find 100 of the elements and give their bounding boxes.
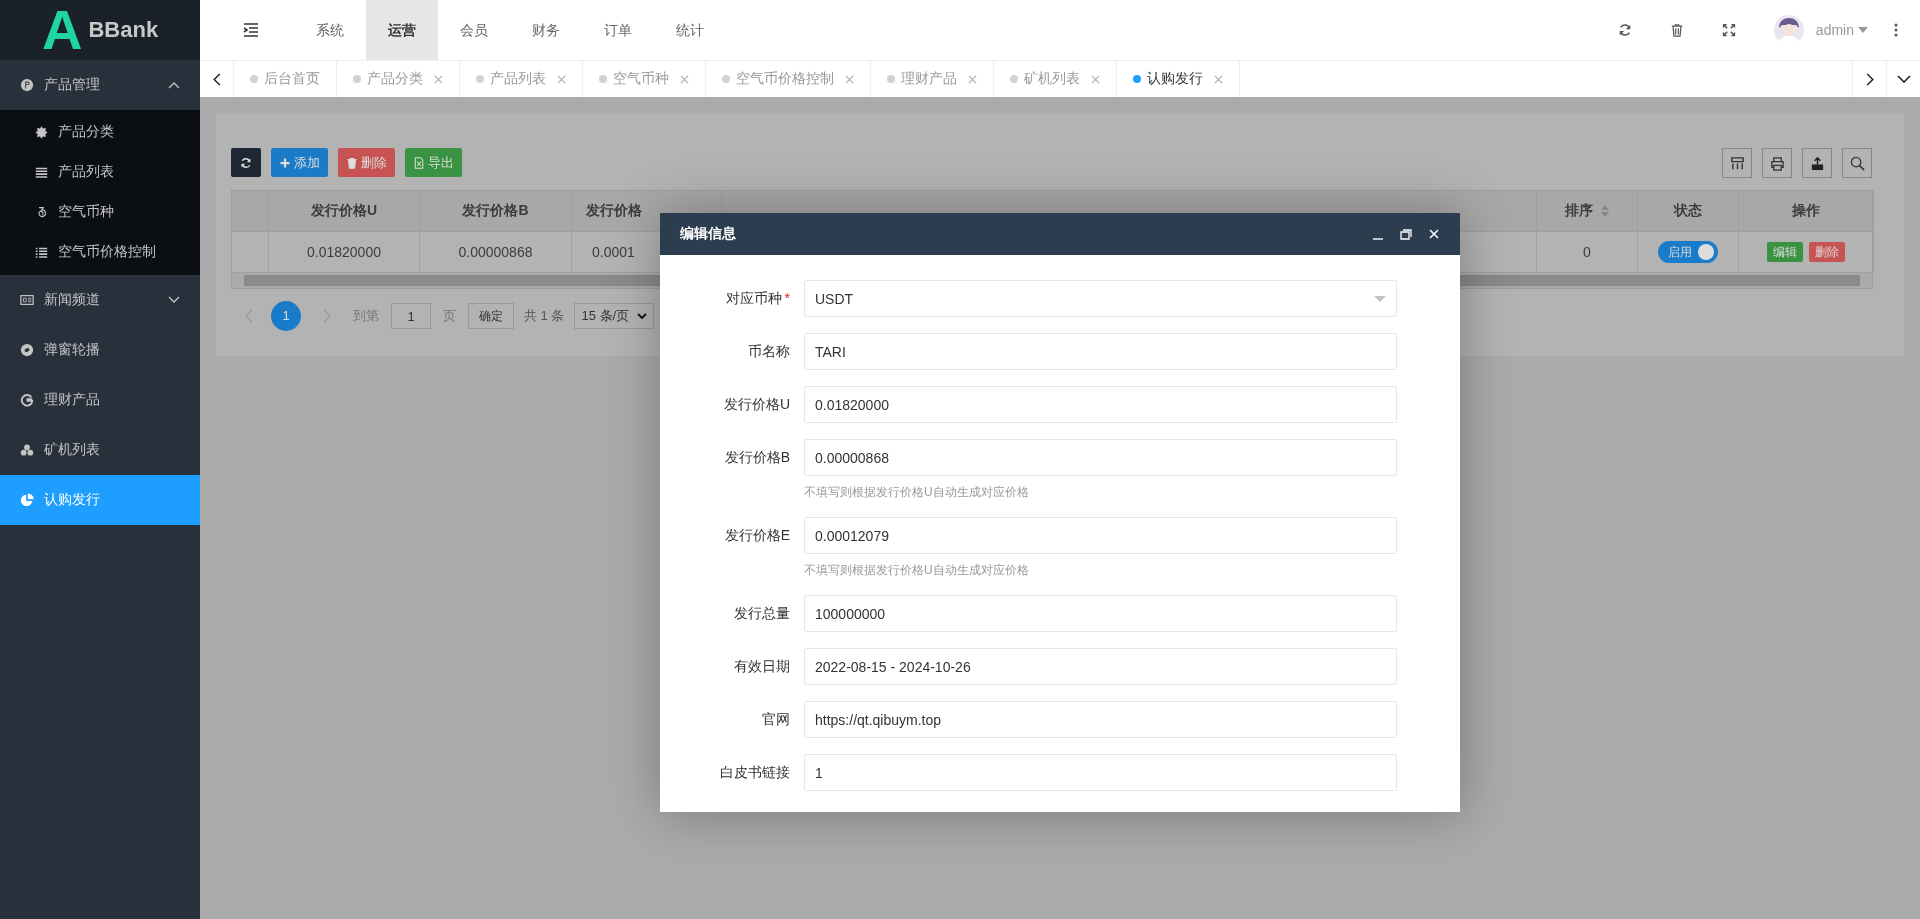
caret-icon	[1374, 295, 1386, 302]
sidebar-item[interactable]: 弹窗轮播	[0, 325, 200, 375]
dot-icon	[476, 75, 484, 83]
input-field[interactable]: https://qt.qibuym.top	[804, 701, 1397, 738]
more-icon[interactable]	[1894, 23, 1898, 37]
field-label: 发行价格E	[723, 526, 791, 545]
print-button[interactable]	[1762, 148, 1792, 178]
chevron-right-icon	[1865, 72, 1874, 86]
search-icon	[1849, 155, 1865, 171]
field-label: 发行价格B	[723, 448, 791, 467]
dot-icon	[353, 75, 361, 83]
dot-icon	[1010, 75, 1018, 83]
column-header[interactable]: 发行价格U	[269, 191, 420, 231]
sidebar-subitem[interactable]: 空气币价格控制	[0, 232, 200, 272]
circles-icon	[20, 443, 34, 457]
columns-button[interactable]	[1722, 148, 1752, 178]
nav-tab[interactable]: 订单	[582, 0, 654, 60]
page-input[interactable]: 1	[391, 303, 431, 329]
dot-icon	[250, 75, 258, 83]
goto-label: 到第	[353, 307, 379, 325]
column-header[interactable]: 操作	[1739, 191, 1874, 231]
gear-icon	[35, 125, 48, 139]
sidebar-subitem[interactable]: 空气币种	[0, 192, 200, 232]
nav-tab[interactable]: 统计	[654, 0, 726, 60]
total-count: 共 1 条	[524, 307, 565, 325]
printer-icon	[1769, 155, 1785, 171]
spreadsheet-icon	[413, 156, 425, 169]
field-label: 发行总量	[733, 604, 791, 623]
status-toggle[interactable]: 启用	[1658, 241, 1718, 263]
upload-icon	[1809, 155, 1825, 171]
input-field[interactable]: 0.00000868	[804, 439, 1397, 476]
refresh-icon[interactable]	[1617, 23, 1632, 37]
disc-icon	[20, 343, 34, 357]
delete-button[interactable]: 删除	[338, 148, 395, 177]
logo-text: BBank	[88, 17, 159, 43]
column-header[interactable]: 状态	[1638, 191, 1739, 231]
table-cell: 0.01820000	[269, 232, 420, 272]
bars-icon	[35, 165, 48, 179]
nav-tab[interactable]: 会员	[438, 0, 510, 60]
trash-icon	[346, 156, 358, 169]
page-size-select[interactable]: 15 条/页	[574, 303, 655, 329]
delete-button[interactable]: 删除	[1809, 242, 1845, 262]
input-field[interactable]: 0.01820000	[804, 386, 1397, 423]
newspaper-icon	[20, 293, 34, 307]
sidebar-subitem[interactable]: 产品分类	[0, 112, 200, 152]
letter-g-icon	[20, 393, 34, 407]
trash-icon[interactable]	[1669, 23, 1684, 37]
nav-tab[interactable]: 运营	[366, 0, 438, 60]
field-label: 有效日期	[733, 657, 791, 676]
pie-chart-icon	[20, 493, 34, 507]
nav-tab[interactable]: 财务	[510, 0, 582, 60]
refresh-button[interactable]	[231, 148, 261, 177]
sidebar-item[interactable]: 矿机列表	[0, 425, 200, 475]
column-header[interactable]: 发行价格B	[420, 191, 572, 231]
chevron-left-icon	[212, 72, 221, 86]
caret-icon[interactable]	[1858, 27, 1868, 33]
input-field[interactable]: 2022-08-15 - 2024-10-26	[804, 648, 1397, 685]
coin-icon	[20, 78, 34, 92]
column-header[interactable]: 排序	[1537, 191, 1638, 231]
nav-tab[interactable]: 系统	[294, 0, 366, 60]
field-label: 白皮书链接	[719, 763, 791, 782]
add-button[interactable]: 添加	[271, 148, 328, 177]
page-unit: 页	[443, 307, 456, 325]
avatar[interactable]	[1773, 15, 1804, 45]
input-field[interactable]: TARI	[804, 333, 1397, 370]
page-number[interactable]: 1	[271, 301, 301, 331]
dot-icon	[722, 75, 730, 83]
chevron-down-icon	[1896, 75, 1911, 83]
spiral-icon	[35, 205, 48, 219]
sidebar-item[interactable]: 新闻频道	[0, 275, 200, 325]
confirm-button[interactable]: 确定	[468, 303, 514, 329]
help-text: 不填写则根据发行价格U自动生成对应价格	[804, 562, 1030, 579]
dot-icon	[1133, 75, 1141, 83]
maximize-icon[interactable]	[1400, 228, 1412, 240]
list-icon	[35, 245, 48, 259]
dot-icon	[599, 75, 607, 83]
sidebar-item[interactable]: 理财产品	[0, 375, 200, 425]
fullscreen-icon[interactable]	[1721, 23, 1736, 37]
plus-icon	[279, 156, 291, 169]
chevron-down-icon	[168, 296, 180, 304]
table-cell: 0	[1537, 232, 1638, 272]
field-label: 对应币种 *	[724, 289, 791, 308]
refresh-icon	[240, 156, 252, 169]
caret-icon	[637, 313, 648, 319]
logo-mark: A	[42, 0, 83, 60]
input-field[interactable]: 100000000	[804, 595, 1397, 632]
help-text: 不填写则根据发行价格U自动生成对应价格	[804, 484, 1030, 501]
sidebar-subitem[interactable]: 产品列表	[0, 152, 200, 192]
input-field[interactable]: 1	[804, 754, 1397, 791]
currency-select[interactable]: USDT	[804, 280, 1397, 317]
dot-icon	[887, 75, 895, 83]
sidebar-item[interactable]: 产品管理	[0, 60, 200, 110]
search-button[interactable]	[1842, 148, 1872, 178]
field-label: 官网	[761, 710, 791, 729]
menu-icon[interactable]	[243, 23, 259, 37]
table-cell: 0.00000868	[420, 232, 572, 272]
export-data-button[interactable]	[1802, 148, 1832, 178]
field-label: 币名称	[747, 342, 791, 361]
input-field[interactable]: 0.00012079	[804, 517, 1397, 554]
chevron-up-icon	[168, 81, 180, 89]
